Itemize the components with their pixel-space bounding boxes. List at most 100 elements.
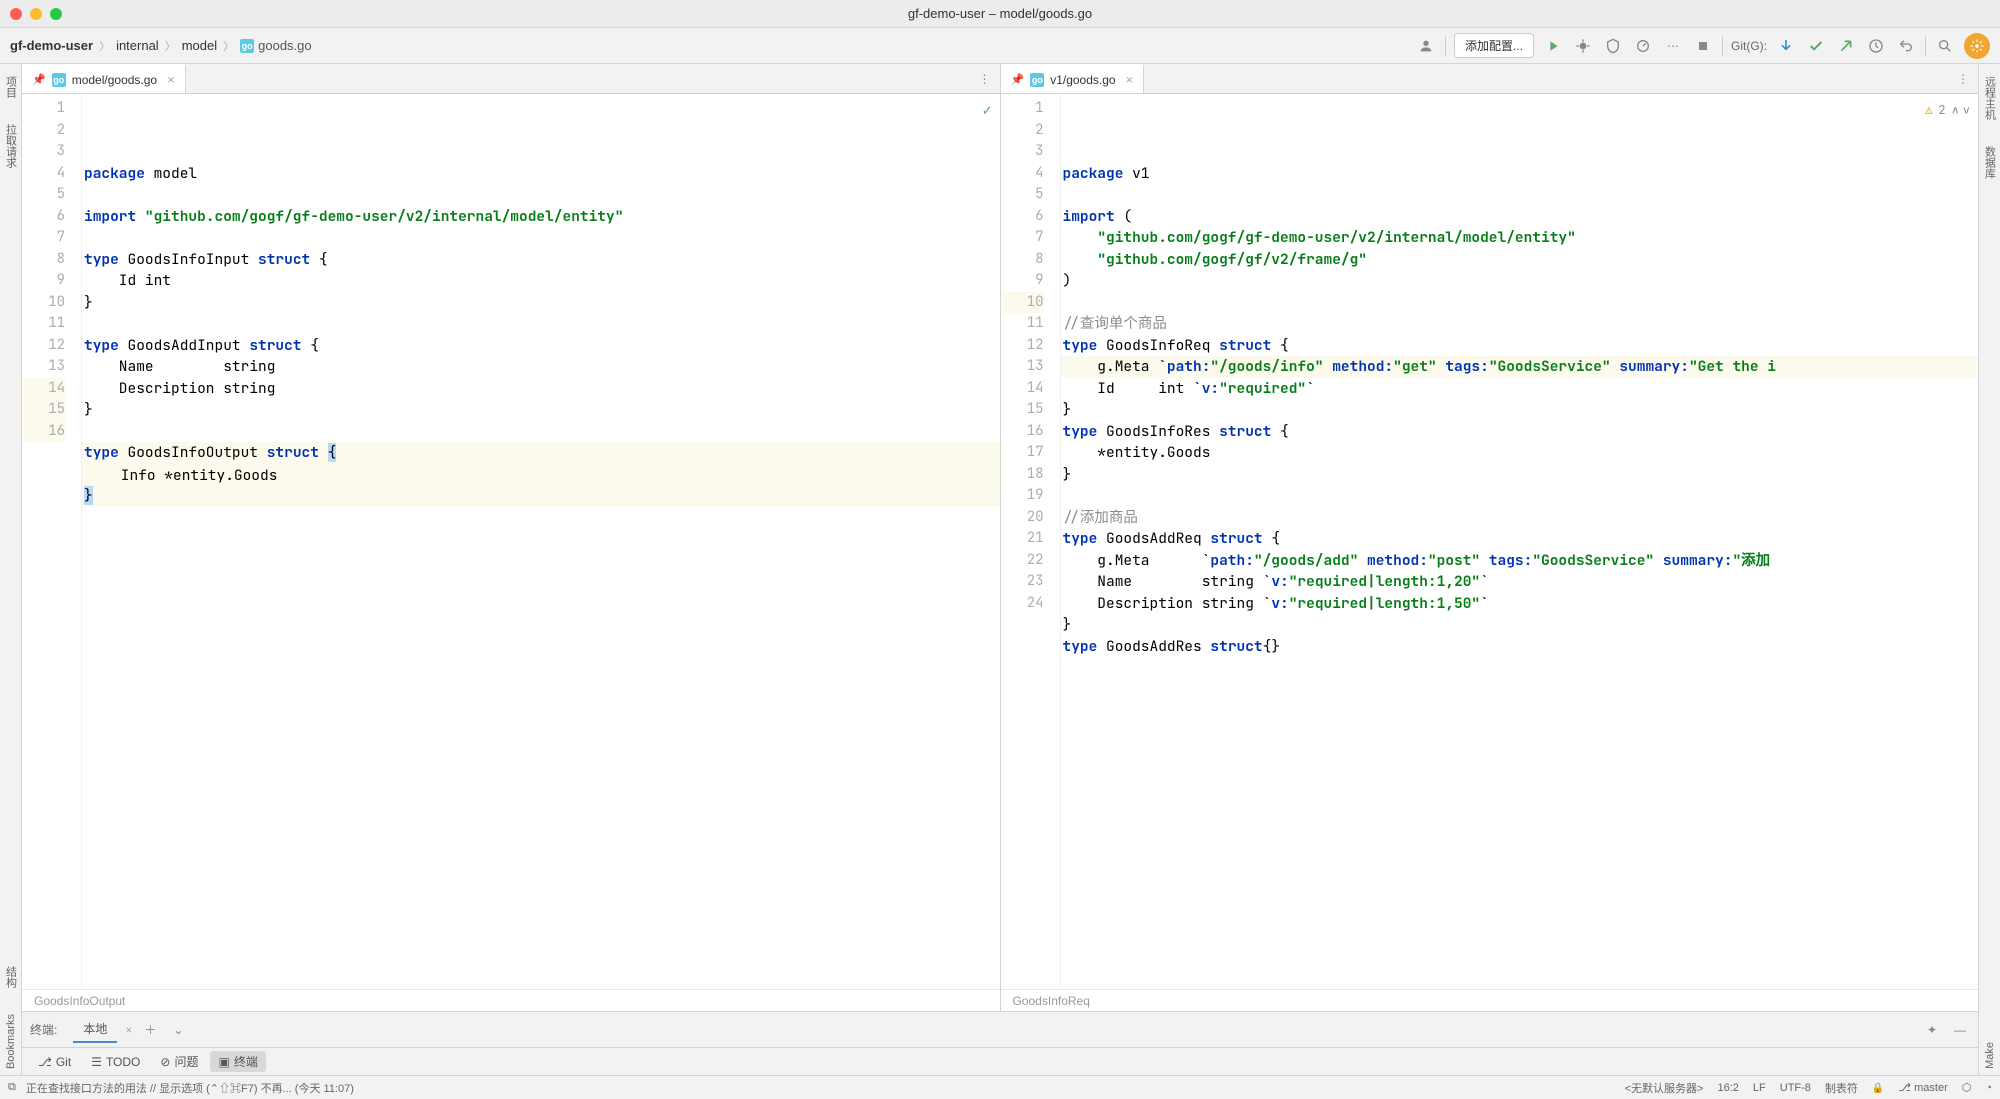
code-line[interactable]: package v1 bbox=[1061, 163, 1979, 185]
tabs-menu-button[interactable]: ⋮ bbox=[1948, 64, 1978, 93]
code-line[interactable]: Description string bbox=[82, 378, 1000, 400]
code-line[interactable]: g.Meta `path:"/goods/add" method:"post" … bbox=[1061, 550, 1979, 572]
terminal-hide-button[interactable]: — bbox=[1950, 1020, 1970, 1040]
close-terminal-tab[interactable]: × bbox=[125, 1023, 132, 1037]
breadcrumb-project[interactable]: gf-demo-user bbox=[10, 38, 93, 53]
code-line[interactable]: type GoodsAddRes struct{} bbox=[1061, 636, 1979, 658]
toolwindow-make[interactable]: Make bbox=[1982, 1036, 1998, 1075]
editor-tab-model-goods[interactable]: 📌 go model/goods.go × bbox=[22, 64, 186, 93]
code-line[interactable]: } bbox=[1061, 399, 1979, 421]
code-line[interactable]: Id int `v:"required"` bbox=[1061, 378, 1979, 400]
code-line[interactable]: type GoodsInfoInput struct { bbox=[82, 249, 1000, 271]
run-button[interactable] bbox=[1542, 35, 1564, 57]
ide-settings-button[interactable] bbox=[1964, 33, 1990, 59]
code-line[interactable] bbox=[82, 184, 1000, 206]
status-message[interactable]: 正在查找接口方法的用法 // 显示选项 (⌃⇧⌘F7) 不再... (今天 11… bbox=[26, 1080, 354, 1096]
terminal-tab-local[interactable]: 本地 bbox=[73, 1016, 117, 1043]
breadcrumb-folder[interactable]: internal bbox=[116, 38, 159, 53]
code-editor-left[interactable]: ✓ package model import "github.com/gogf/… bbox=[82, 94, 1000, 989]
git-branch-widget[interactable]: master bbox=[1898, 1081, 1947, 1094]
search-everywhere-button[interactable] bbox=[1934, 35, 1956, 57]
code-line[interactable]: *entity.Goods bbox=[1061, 442, 1979, 464]
line-number-gutter[interactable]: 12345678910111213141516 bbox=[22, 94, 82, 989]
code-line[interactable]: } bbox=[1061, 614, 1979, 636]
editor-breadcrumb-left[interactable]: GoodsInfoOutput bbox=[22, 989, 1000, 1011]
code-line[interactable]: type GoodsInfoOutput struct { bbox=[82, 442, 1000, 464]
close-tab-button[interactable]: × bbox=[167, 72, 175, 87]
git-commit-button[interactable] bbox=[1805, 35, 1827, 57]
code-line[interactable]: Info *entity.Goods bbox=[82, 464, 1000, 486]
toolwindow-git[interactable]: ⎇Git bbox=[30, 1053, 79, 1071]
code-line[interactable]: "github.com/gogf/gf-demo-user/v2/interna… bbox=[1061, 227, 1979, 249]
status-indent[interactable]: 制表符 bbox=[1825, 1080, 1858, 1096]
toolwindow-terminal[interactable]: ▣终端 bbox=[210, 1051, 265, 1072]
prev-highlight-button[interactable]: ∧ bbox=[1952, 100, 1959, 122]
status-icon[interactable]: ⧉ bbox=[8, 1081, 16, 1094]
code-line[interactable]: type GoodsAddInput struct { bbox=[82, 335, 1000, 357]
close-window-button[interactable] bbox=[10, 8, 22, 20]
user-icon[interactable] bbox=[1415, 35, 1437, 57]
code-line[interactable]: } bbox=[82, 292, 1000, 314]
toolwindow-structure[interactable]: 结构 bbox=[1, 960, 21, 994]
code-line[interactable]: Name string `v:"required|length:1,20"` bbox=[1061, 571, 1979, 593]
toolwindow-todo[interactable]: ☰TODO bbox=[83, 1053, 148, 1071]
memory-indicator-icon[interactable]: ◔ bbox=[1985, 1082, 1992, 1094]
deployment-icon[interactable]: ⬡ bbox=[1962, 1081, 1972, 1094]
toolwindow-remote-host[interactable]: 远程主机 bbox=[1980, 70, 2000, 126]
editor-breadcrumb-right[interactable]: GoodsInfoReq bbox=[1001, 989, 1979, 1011]
code-line[interactable]: type GoodsInfoReq struct { bbox=[1061, 335, 1979, 357]
history-button[interactable] bbox=[1865, 35, 1887, 57]
code-line[interactable]: import ( bbox=[1061, 206, 1979, 228]
code-line[interactable]: //添加商品 bbox=[1061, 507, 1979, 529]
toolwindow-database[interactable]: 数据库 bbox=[1980, 140, 2000, 185]
close-tab-button[interactable]: × bbox=[1126, 72, 1134, 87]
toolwindow-pull-requests[interactable]: 拉取请求 bbox=[1, 118, 21, 174]
code-editor-right[interactable]: ⚠ 2 ∧ ∨ package v1 import ( "github.com/… bbox=[1061, 94, 1979, 989]
toolwindow-bookmarks[interactable]: Bookmarks bbox=[3, 1008, 19, 1075]
stop-button[interactable] bbox=[1692, 35, 1714, 57]
attach-button[interactable]: ⋯ bbox=[1662, 35, 1684, 57]
code-line[interactable]: import "github.com/gogf/gf-demo-user/v2/… bbox=[82, 206, 1000, 228]
breadcrumb-folder[interactable]: model bbox=[182, 38, 217, 53]
next-highlight-button[interactable]: ∨ bbox=[1963, 100, 1970, 122]
code-line[interactable] bbox=[1061, 184, 1979, 206]
code-line[interactable]: type GoodsInfoRes struct { bbox=[1061, 421, 1979, 443]
new-terminal-button[interactable]: ＋ bbox=[140, 1020, 160, 1040]
code-line[interactable] bbox=[82, 421, 1000, 443]
git-push-button[interactable] bbox=[1835, 35, 1857, 57]
code-line[interactable]: } bbox=[1061, 464, 1979, 486]
code-line[interactable]: package model bbox=[82, 163, 1000, 185]
terminal-dropdown-button[interactable]: ⌄ bbox=[168, 1020, 188, 1040]
git-pull-button[interactable] bbox=[1775, 35, 1797, 57]
breadcrumb-file[interactable]: go goods.go bbox=[240, 38, 312, 53]
inspection-ok-icon[interactable]: ✓ bbox=[982, 100, 991, 122]
toolwindow-problems[interactable]: ⊘问题 bbox=[152, 1051, 206, 1072]
rollback-button[interactable] bbox=[1895, 35, 1917, 57]
inspection-indicator[interactable]: ⚠ 2 ∧ ∨ bbox=[1925, 100, 1970, 122]
status-encoding[interactable]: UTF-8 bbox=[1780, 1082, 1811, 1094]
code-line[interactable] bbox=[82, 313, 1000, 335]
code-line[interactable] bbox=[1061, 485, 1979, 507]
code-line[interactable]: type GoodsAddReq struct { bbox=[1061, 528, 1979, 550]
profiler-button[interactable] bbox=[1632, 35, 1654, 57]
code-line[interactable]: Id int bbox=[82, 270, 1000, 292]
maximize-window-button[interactable] bbox=[50, 8, 62, 20]
readonly-lock-icon[interactable] bbox=[1872, 1082, 1884, 1094]
code-line[interactable]: } bbox=[82, 485, 1000, 507]
code-line[interactable]: //查询单个商品 bbox=[1061, 313, 1979, 335]
debug-button[interactable] bbox=[1572, 35, 1594, 57]
minimize-window-button[interactable] bbox=[30, 8, 42, 20]
run-configuration-dropdown[interactable]: 添加配置... bbox=[1454, 33, 1534, 58]
code-line[interactable]: g.Meta `path:"/goods/info" method:"get" … bbox=[1061, 356, 1979, 378]
toolwindow-project[interactable]: 项目 bbox=[1, 70, 21, 104]
code-line[interactable]: ) bbox=[1061, 270, 1979, 292]
code-line[interactable]: Name string bbox=[82, 356, 1000, 378]
code-line[interactable] bbox=[1061, 657, 1979, 679]
terminal-settings-icon[interactable]: ✦ bbox=[1922, 1020, 1942, 1040]
coverage-button[interactable] bbox=[1602, 35, 1624, 57]
line-number-gutter[interactable]: 123456789101112131415161718192021222324 bbox=[1001, 94, 1061, 989]
status-server[interactable]: <无默认服务器> bbox=[1625, 1080, 1704, 1096]
code-line[interactable] bbox=[1061, 292, 1979, 314]
status-line-separator[interactable]: LF bbox=[1753, 1082, 1766, 1094]
tabs-menu-button[interactable]: ⋮ bbox=[970, 64, 1000, 93]
